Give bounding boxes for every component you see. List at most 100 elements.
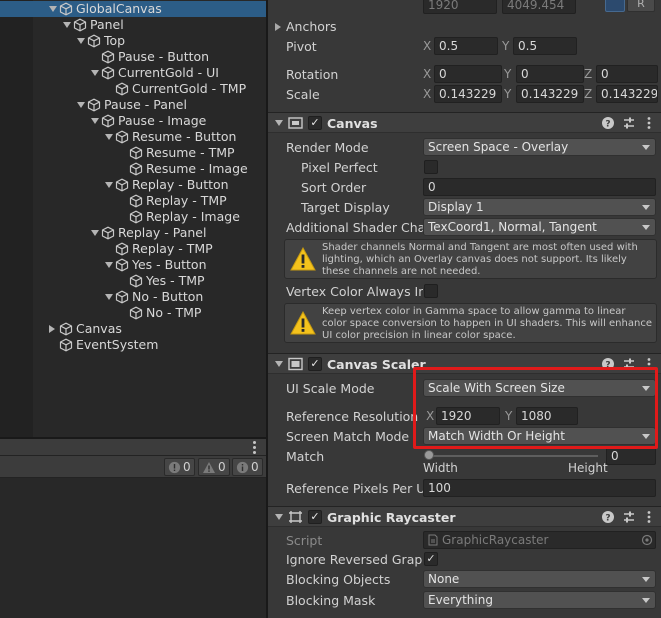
expand-arrow-down-icon[interactable] — [91, 65, 101, 81]
hierarchy-item[interactable]: Resume - TMP — [0, 145, 266, 161]
hierarchy-item[interactable]: No - Button — [0, 289, 266, 305]
hierarchy-item[interactable]: CurrentGold - TMP — [0, 81, 266, 97]
expand-arrow-down-icon[interactable] — [105, 289, 115, 305]
rect-height-field[interactable]: 4049.454 — [502, 0, 576, 14]
ref-pixels-label: Reference Pixels Per Un — [286, 481, 423, 496]
scale-label: Scale — [286, 87, 320, 102]
hierarchy-item-label: Panel — [90, 17, 124, 32]
hierarchy-item[interactable]: Replay - Button — [0, 177, 266, 193]
canvas-scaler-enabled-checkbox[interactable]: ✓ — [308, 357, 322, 371]
reference-resolution-x-field[interactable]: 1920 — [436, 407, 500, 425]
screen-match-mode-dropdown[interactable]: Match Width Or Height — [423, 427, 656, 445]
error-count-toggle[interactable]: 0 — [164, 458, 195, 476]
warning-icon — [290, 311, 316, 335]
pixel-perfect-checkbox[interactable] — [424, 160, 438, 174]
reference-resolution-y-field[interactable]: 1080 — [516, 407, 578, 425]
expand-arrow-down-icon[interactable] — [91, 113, 101, 129]
more-options-icon[interactable] — [253, 441, 257, 454]
hierarchy-item[interactable]: Pause - Image — [0, 113, 266, 129]
hierarchy-item[interactable]: EventSystem — [0, 337, 266, 353]
expand-arrow-down-icon[interactable] — [105, 177, 115, 193]
scale-x-field[interactable]: 0.143229 — [434, 85, 502, 103]
ui-scale-mode-dropdown[interactable]: Scale With Screen Size — [423, 379, 656, 397]
hierarchy-item[interactable]: CurrentGold - UI — [0, 65, 266, 81]
gameobject-cube-icon — [73, 18, 87, 32]
hierarchy-item[interactable]: Replay - Panel — [0, 225, 266, 241]
target-display-dropdown[interactable]: Display 1 — [423, 198, 656, 216]
match-slider-track[interactable] — [428, 455, 598, 457]
expand-arrow-down-icon[interactable] — [63, 17, 73, 33]
canvas-foldout-arrow[interactable] — [275, 120, 283, 126]
expand-arrow-down-icon[interactable] — [77, 33, 87, 49]
expand-arrow-down-icon[interactable] — [105, 129, 115, 145]
hierarchy-item[interactable]: Pause - Button — [0, 49, 266, 65]
hierarchy-item[interactable]: Replay - TMP — [0, 241, 266, 257]
script-file-icon — [428, 534, 438, 546]
hierarchy-item[interactable]: Top — [0, 33, 266, 49]
expand-arrow-down-icon[interactable] — [105, 257, 115, 273]
ignore-reversed-checkbox[interactable]: ✓ — [424, 552, 438, 566]
scale-y-field[interactable]: 0.143229 — [516, 85, 584, 103]
expand-arrow-down-icon[interactable] — [91, 225, 101, 241]
presets-icon[interactable] — [622, 116, 636, 130]
shader-channels-dropdown[interactable]: TexCoord1, Normal, Tangent — [423, 218, 656, 236]
hierarchy-item[interactable]: Panel — [0, 17, 266, 33]
ref-pixels-field[interactable]: 100 — [423, 479, 656, 497]
render-mode-dropdown[interactable]: Screen Space - Overlay — [423, 138, 656, 156]
hierarchy-item[interactable]: Yes - TMP — [0, 273, 266, 289]
scale-z-field[interactable]: 0.143229 — [596, 85, 658, 103]
hierarchy-item[interactable]: Replay - Image — [0, 209, 266, 225]
rotation-y-field[interactable]: 0 — [516, 65, 584, 83]
anchors-foldout-arrow[interactable] — [275, 23, 281, 31]
rotation-z-field[interactable]: 0 — [596, 65, 658, 83]
rect-width-field[interactable]: 1920 — [423, 0, 497, 14]
canvas-scaler-foldout-arrow[interactable] — [275, 361, 283, 367]
match-slider-thumb[interactable] — [424, 450, 434, 460]
pivot-label: Pivot — [286, 39, 317, 54]
help-icon[interactable]: ? — [601, 357, 615, 371]
sort-order-field[interactable]: 0 — [423, 178, 656, 196]
more-icon[interactable] — [642, 510, 656, 524]
graphic-raycaster-foldout-arrow[interactable] — [275, 514, 283, 520]
console-toolbar: 0 0 0 — [0, 456, 266, 478]
more-icon[interactable] — [642, 357, 656, 371]
hierarchy-item[interactable]: Pause - Panel — [0, 97, 266, 113]
hierarchy-item-label: Top — [104, 33, 126, 48]
hierarchy-item[interactable]: GlobalCanvas — [0, 1, 266, 17]
help-icon[interactable]: ? — [601, 116, 615, 130]
console-log-area[interactable] — [0, 478, 266, 618]
blocking-objects-dropdown[interactable]: None — [423, 570, 656, 588]
hierarchy-item[interactable]: Yes - Button — [0, 257, 266, 273]
match-label: Match — [286, 449, 325, 464]
anchors-label[interactable]: Anchors — [286, 19, 337, 34]
help-icon[interactable]: ? — [601, 510, 615, 524]
canvas-enabled-checkbox[interactable]: ✓ — [308, 116, 322, 130]
graphic-raycaster-enabled-checkbox[interactable]: ✓ — [308, 510, 322, 524]
warning-count-toggle[interactable]: 0 — [198, 458, 230, 476]
expand-arrow-right-icon[interactable] — [49, 321, 59, 337]
blocking-mask-dropdown[interactable]: Everything — [423, 591, 656, 609]
match-value-field[interactable]: 0 — [606, 447, 656, 465]
expand-arrow-down-icon[interactable] — [49, 1, 59, 17]
graphic-raycaster-component-header[interactable]: ✓ Graphic Raycaster ? — [268, 506, 661, 527]
canvas-component-header[interactable]: ✓ Canvas ? — [268, 112, 661, 133]
pivot-y-field[interactable]: 0.5 — [513, 37, 577, 55]
vertex-color-checkbox[interactable] — [424, 284, 438, 298]
pivot-x-field[interactable]: 0.5 — [434, 37, 498, 55]
hierarchy-item[interactable]: Canvas — [0, 321, 266, 337]
blueprint-mode-button[interactable] — [605, 0, 625, 12]
hierarchy-item[interactable]: Resume - Button — [0, 129, 266, 145]
rotation-x-field[interactable]: 0 — [434, 65, 502, 83]
expand-arrow-down-icon[interactable] — [77, 97, 87, 113]
presets-icon[interactable] — [622, 510, 636, 524]
log-count-toggle[interactable]: 0 — [232, 458, 263, 476]
raw-edit-button[interactable]: R — [627, 0, 655, 12]
hierarchy-item[interactable]: No - TMP — [0, 305, 266, 321]
presets-icon[interactable] — [622, 357, 636, 371]
canvas-scaler-component-header[interactable]: ✓ Canvas Scaler ? — [268, 353, 661, 374]
more-icon[interactable] — [642, 116, 656, 130]
hierarchy-item[interactable]: Replay - TMP — [0, 193, 266, 209]
hierarchy-item[interactable]: Resume - Image — [0, 161, 266, 177]
svg-text:?: ? — [605, 120, 610, 130]
object-picker-icon[interactable] — [641, 534, 653, 546]
